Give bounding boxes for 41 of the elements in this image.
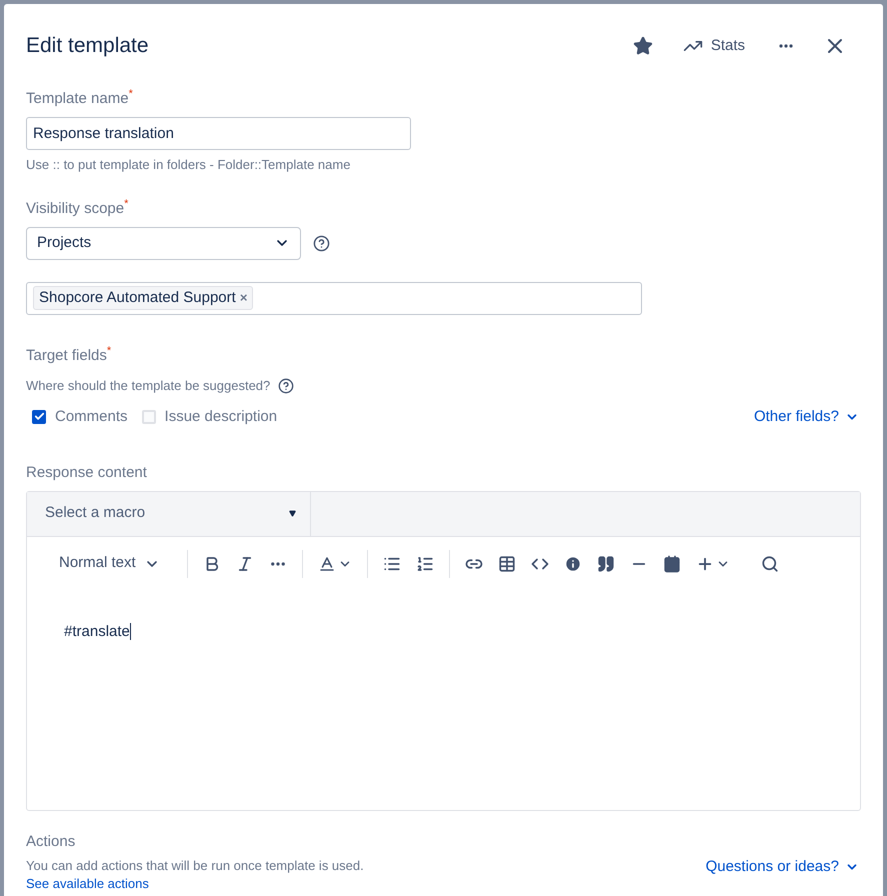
- table-icon[interactable]: [498, 554, 516, 572]
- field-question: Where should the template be suggested?: [26, 377, 270, 395]
- checkbox[interactable]: [32, 410, 46, 424]
- macro-select[interactable]: Select a macro: [27, 491, 311, 536]
- template-name-input[interactable]: Response translation: [26, 116, 411, 150]
- help-icon[interactable]: [278, 378, 294, 394]
- field-hint: Use :: to put template in folders - Folder::Template name: [26, 156, 352, 174]
- quote-icon[interactable]: [596, 554, 615, 572]
- stats-button[interactable]: Stats: [674, 34, 753, 58]
- checkbox[interactable]: [142, 410, 156, 424]
- editor-text[interactable]: #translate: [64, 622, 131, 640]
- star-icon: [632, 36, 653, 56]
- dialog-title: Edit template: [26, 33, 149, 60]
- text-color-button[interactable]: [318, 554, 352, 572]
- checkbox-label: Issue description: [164, 406, 278, 426]
- more-icon: [779, 44, 793, 48]
- feedback-link[interactable]: Questions or ideas?: [706, 856, 859, 878]
- visibility-select[interactable]: Projects: [26, 226, 301, 260]
- text-style-button[interactable]: Normal text: [59, 552, 172, 575]
- text-color-icon: [318, 554, 336, 572]
- info-icon[interactable]: [564, 554, 582, 572]
- calendar-icon[interactable]: [662, 554, 681, 572]
- field-label: Response content: [26, 463, 148, 483]
- projects-field[interactable]: Shopcore Automated Support ×: [26, 282, 642, 314]
- field-label: Visibility scope: [26, 199, 124, 219]
- field-label: Actions: [26, 832, 76, 852]
- numbered-list-icon[interactable]: [416, 554, 434, 572]
- tag-label: Shopcore Automated Support: [39, 288, 236, 308]
- see-actions-link[interactable]: See available actions: [26, 876, 364, 890]
- required-asterisk: *: [124, 198, 128, 212]
- remove-tag-button[interactable]: ×: [240, 288, 248, 308]
- field-label: Template name: [26, 89, 129, 109]
- field-label: Target fields: [26, 346, 107, 366]
- required-asterisk: *: [106, 344, 112, 358]
- help-icon[interactable]: [313, 234, 330, 252]
- required-asterisk: *: [128, 88, 133, 102]
- checkbox-label: Comments: [55, 406, 128, 426]
- dropdown-triangle-icon: [289, 510, 296, 517]
- other-fields-link[interactable]: Other fields?: [754, 406, 859, 428]
- search-icon[interactable]: [760, 554, 779, 572]
- actions-description: You can add actions that will be run once template is used.: [26, 857, 364, 875]
